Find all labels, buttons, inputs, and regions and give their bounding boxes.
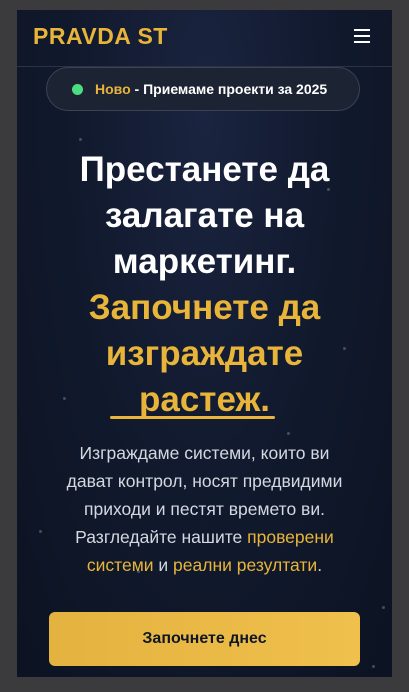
decor-dot (79, 138, 82, 141)
subtext-end: . (317, 555, 323, 575)
status-dot-icon (72, 84, 83, 95)
badge-separator: - (130, 81, 144, 97)
accent-underline (110, 416, 275, 419)
site-header: PRAVDA ST (17, 10, 392, 67)
subtext-line: Разгледайте нашите (75, 527, 248, 547)
badge-new-label: Ново (95, 81, 131, 97)
accent-line: Започнете да (88, 288, 321, 327)
hero-subtext: Изграждаме системи, които ви дават контр… (37, 439, 372, 579)
badge-message: Приемаме проекти за 2025 (143, 81, 328, 97)
mobile-viewport: PRAVDA ST Ново - Приемаме проекти за 202… (17, 10, 392, 677)
accent-line: растеж. (139, 380, 270, 419)
badge-text: Ново - Приемаме проекти за 2025 (95, 81, 327, 97)
hero-headline: Престанете да залагате на маркетинг. (17, 147, 392, 285)
decor-dot (287, 432, 290, 435)
subtext-line: Изграждаме системи, които ви (79, 443, 330, 463)
headline-line: Престанете да (79, 150, 330, 189)
headline-line: маркетинг. (112, 242, 297, 281)
headline-line: залагате на (104, 196, 305, 235)
real-results-link[interactable]: реални резултати (173, 555, 317, 575)
logo[interactable]: PRAVDA ST (33, 23, 168, 50)
accent-line: изграждате (105, 334, 304, 373)
hero-headline-accent: Започнете да изграждате растеж. (17, 285, 392, 423)
subtext-line: приходи и пестят времето ви. (84, 499, 325, 519)
decor-dot (372, 665, 375, 668)
start-today-button[interactable]: Започнете днес (49, 612, 360, 666)
hamburger-menu-icon[interactable] (352, 27, 374, 45)
subtext-conj: и (153, 555, 174, 575)
announcement-badge: Ново - Приемаме проекти за 2025 (46, 67, 360, 111)
subtext-line: дават контрол, носят предвидими (66, 471, 343, 491)
decor-dot (382, 606, 385, 609)
